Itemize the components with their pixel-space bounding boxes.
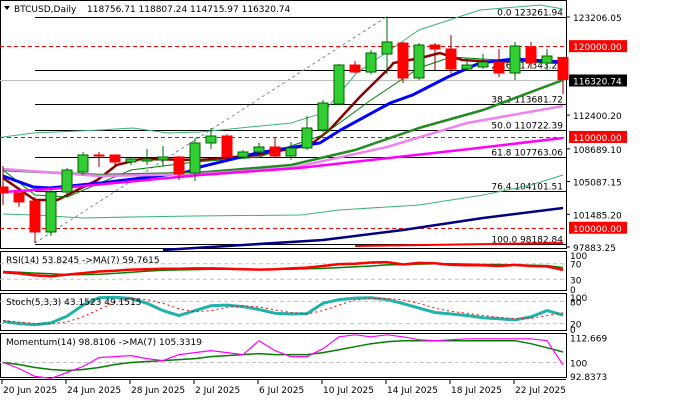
price-axis-label: 123206.05 bbox=[573, 14, 622, 24]
bullish-candle-body bbox=[365, 52, 377, 73]
date-label: 24 Jun 2025 bbox=[67, 386, 121, 396]
fib-label: 0.0 123261.94 bbox=[497, 9, 563, 19]
current-price-label: 116320.74 bbox=[573, 78, 622, 88]
bullish-candle-body bbox=[61, 169, 73, 193]
rsi-title: RSI(14) 53.8245 ->MA(7) 59.7615 bbox=[6, 256, 160, 266]
bullish-candle-body bbox=[477, 61, 489, 68]
price-axis-label: 101485.20 bbox=[573, 211, 622, 221]
candle bbox=[221, 134, 233, 159]
bullish-candle-body bbox=[205, 135, 217, 144]
price-axis-label: 108689.10 bbox=[573, 146, 622, 156]
ohlc-readout: 118756.71 118807.24 114715.97 116320.74 bbox=[87, 5, 291, 15]
symbol-label: BTCUSD,Daily bbox=[14, 5, 77, 15]
candle bbox=[317, 100, 329, 133]
price-pane-frame bbox=[0, 0, 567, 249]
date-label: 22 Jul 2025 bbox=[515, 386, 566, 396]
bullish-candle-body bbox=[157, 156, 169, 161]
candle bbox=[333, 64, 345, 106]
level-price-label: 120000.00 bbox=[573, 43, 622, 53]
bearish-candle-body bbox=[173, 156, 185, 175]
bullish-candle-body bbox=[413, 44, 425, 79]
level-price-label: 100000.00 bbox=[573, 225, 622, 235]
price-axis-label: 112400.20 bbox=[573, 112, 622, 122]
bearish-candle-body bbox=[525, 46, 537, 64]
bullish-candle-body bbox=[317, 102, 329, 131]
bullish-candle-body bbox=[45, 191, 57, 233]
indicator-axis-label: 92.8373 bbox=[570, 373, 607, 383]
candle bbox=[45, 189, 57, 236]
bullish-candle-body bbox=[301, 127, 313, 149]
bearish-candle-body bbox=[93, 154, 105, 157]
date-label: 20 Jun 2025 bbox=[3, 386, 57, 396]
bearish-candle-body bbox=[445, 48, 457, 70]
indicator-axis-label: 70 bbox=[570, 261, 582, 271]
bearish-candle-body bbox=[13, 192, 25, 203]
bullish-candle-body bbox=[541, 55, 553, 64]
indicator-axis-label: 112.669 bbox=[570, 334, 607, 344]
date-label: 6 Jul 2025 bbox=[259, 386, 304, 396]
bullish-candle-body bbox=[77, 154, 89, 173]
chart-header: BTCUSD,Daily 118756.71 118807.24 114715.… bbox=[4, 5, 291, 15]
bearish-candle-body bbox=[269, 146, 281, 157]
bullish-candle-body bbox=[333, 64, 345, 105]
indicator-axis-label: 80 bbox=[570, 298, 582, 308]
candle bbox=[77, 151, 89, 175]
momentum-pane: Momentum(14) 98.8106 ->MA(7) 105.3319 112… bbox=[0, 333, 607, 383]
bullish-candle-body bbox=[253, 146, 265, 153]
indicator-panes[interactable]: RSI(14) 53.8245 ->MA(7) 59.7615 10070300S… bbox=[0, 251, 607, 384]
bearish-candle-body bbox=[29, 200, 41, 233]
bullish-candle-body bbox=[125, 158, 137, 163]
bearish-candle-body bbox=[557, 56, 569, 81]
bullish-candle-body bbox=[237, 151, 249, 158]
stoch-title: Stoch(5,3,3) 43.1523 49.1515 bbox=[6, 298, 141, 308]
fib-label: 50.0 110722.39 bbox=[491, 122, 563, 132]
price-axis-label: 105087.15 bbox=[573, 179, 622, 189]
bullish-candle-body bbox=[141, 158, 153, 162]
bearish-candle-body bbox=[221, 135, 233, 158]
fib-label: 61.8 107763.06 bbox=[491, 149, 563, 159]
bearish-candle-body bbox=[349, 64, 361, 73]
bullish-candle-body bbox=[509, 45, 521, 74]
bearish-candle-body bbox=[429, 44, 441, 50]
rsi-pane: RSI(14) 53.8245 ->MA(7) 59.7615 10070300 bbox=[0, 251, 587, 296]
bearish-candle-body bbox=[0, 186, 9, 194]
indicator-axis-label: 100 bbox=[570, 360, 587, 370]
bullish-candle-body bbox=[381, 41, 393, 55]
bullish-candle-body bbox=[461, 64, 473, 70]
level-price-label: 110000.00 bbox=[573, 134, 622, 144]
date-label: 18 Jul 2025 bbox=[451, 386, 502, 396]
candle bbox=[61, 167, 73, 195]
date-label: 28 Jun 2025 bbox=[131, 386, 185, 396]
candle bbox=[397, 42, 409, 84]
date-label: 10 Jul 2025 bbox=[323, 386, 374, 396]
bearish-candle-body bbox=[397, 42, 409, 79]
bearish-candle-body bbox=[493, 61, 505, 74]
trading-chart[interactable]: 0.0 123261.9423.6 117343.2738.2 113681.7… bbox=[0, 0, 700, 400]
stoch-pane: Stoch(5,3,3) 43.1523 49.1515 10080200 bbox=[0, 293, 587, 336]
candle bbox=[365, 50, 377, 75]
indicator-axis-label: 30 bbox=[570, 276, 582, 286]
date-axis: 20 Jun 2025 24 Jun 2025 28 Jun 2025 2 Jul 2… bbox=[0, 379, 566, 396]
bullish-candle-body bbox=[189, 142, 201, 174]
price-pane[interactable]: 0.0 123261.9423.6 117343.2738.2 113681.7… bbox=[0, 0, 627, 254]
bullish-candle-body bbox=[285, 147, 297, 157]
date-label: 2 Jul 2025 bbox=[195, 386, 240, 396]
bearish-candle-body bbox=[109, 154, 121, 163]
date-label: 14 Jul 2025 bbox=[387, 386, 438, 396]
momentum-title: Momentum(14) 98.8106 ->MA(7) 105.3319 bbox=[6, 338, 202, 348]
candle bbox=[413, 43, 425, 81]
